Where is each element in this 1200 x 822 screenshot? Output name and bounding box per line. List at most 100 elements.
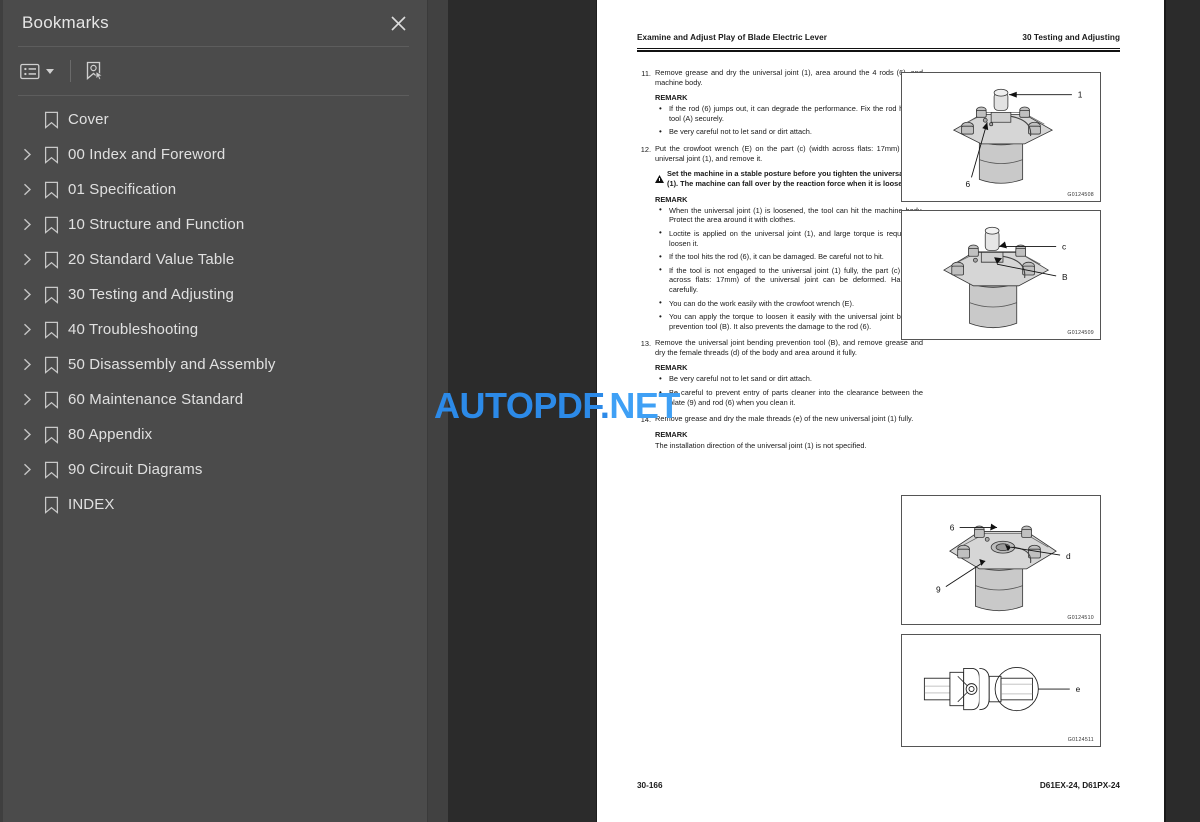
- bookmark-item[interactable]: 00 Index and Foreword: [0, 137, 427, 172]
- remark-bullet: Be very careful not to let sand or dirt …: [655, 374, 923, 384]
- bookmark-label: 00 Index and Foreword: [68, 146, 226, 163]
- bookmarks-toolbar: [0, 47, 427, 95]
- remark-heading: REMARK: [655, 93, 688, 103]
- step-text: Remove grease and dry the male threads (…: [655, 414, 914, 424]
- warning-note: Set the machine in a stable posture befo…: [655, 169, 923, 189]
- warning-text: Set the machine in a stable posture befo…: [667, 169, 923, 188]
- remark-bullets: If the rod (6) jumps out, it can degrade…: [655, 104, 923, 137]
- figure-code: G0124509: [1067, 330, 1094, 336]
- bookmark-item[interactable]: 40 Troubleshooting: [0, 312, 427, 347]
- bookmark-item[interactable]: 80 Appendix: [0, 417, 427, 452]
- expand-chevron-icon[interactable]: [16, 284, 38, 306]
- bookmark-icon: [38, 111, 64, 129]
- figure-code: G0124508: [1067, 192, 1094, 198]
- figure-2-illustration: c B: [943, 226, 1068, 329]
- warning-triangle-icon: [655, 169, 667, 189]
- bookmark-item[interactable]: 60 Maintenance Standard: [0, 382, 427, 417]
- new-bookmark-icon[interactable]: [83, 56, 105, 86]
- bookmark-item[interactable]: Cover: [0, 102, 427, 137]
- bookmark-label: 50 Disassembly and Assembly: [68, 356, 276, 373]
- bookmark-icon: [38, 391, 64, 409]
- list-options-icon[interactable]: [18, 56, 58, 86]
- bookmark-item[interactable]: 01 Specification: [0, 172, 427, 207]
- pdf-page: Examine and Adjust Play of Blade Electri…: [596, 0, 1166, 822]
- page-number: 30-166: [637, 781, 663, 790]
- svg-text:6: 6: [966, 179, 971, 189]
- remark-bullet: If the rod (6) jumps out, it can degrade…: [655, 104, 923, 123]
- figure-3: 6 d 9 G0124510: [901, 495, 1101, 625]
- remark-bullet: Loctite is applied on the universal join…: [655, 228, 923, 248]
- bookmark-label: 90 Circuit Diagrams: [68, 461, 203, 478]
- page-footer: 30-166 D61EX-24, D61PX-24: [637, 781, 1120, 790]
- remark-heading: REMARK: [655, 363, 688, 373]
- toolbar-separator: [70, 60, 71, 82]
- document-step: 13. Remove the universal joint bending pr…: [635, 338, 1127, 411]
- bookmark-item[interactable]: 10 Structure and Function: [0, 207, 427, 242]
- document-step: 14. Remove grease and dry the male thread…: [635, 414, 1127, 450]
- chevron-down-icon[interactable]: [46, 68, 54, 74]
- bookmark-icon: [38, 251, 64, 269]
- bookmark-label: INDEX: [68, 496, 115, 513]
- page-running-head: Examine and Adjust Play of Blade Electri…: [637, 33, 1120, 42]
- step-text: Remove grease and dry the universal join…: [655, 68, 923, 87]
- header-right-text: 30 Testing and Adjusting: [1022, 33, 1120, 42]
- watermark: AUTOPDF.NET: [434, 385, 680, 427]
- figure-1: 1 6 G0124508: [901, 72, 1101, 202]
- panel-title: Bookmarks: [22, 13, 109, 32]
- figure-4-illustration: e: [923, 666, 1081, 712]
- remark-bullet: If the tool hits the rod (6), it can be …: [655, 252, 923, 262]
- bookmark-label: 30 Testing and Adjusting: [68, 286, 234, 303]
- model-number: D61EX-24, D61PX-24: [1039, 781, 1120, 790]
- expand-chevron-icon[interactable]: [16, 424, 38, 446]
- remark-bullet: You can do the work easily with the crow…: [655, 298, 923, 309]
- remark-bullet: You can apply the torque to loosen it ea…: [655, 312, 923, 331]
- bookmarks-list[interactable]: Cover 00 Index and Foreword 01 Specificati…: [0, 96, 427, 822]
- bookmark-item[interactable]: INDEX: [0, 487, 427, 522]
- bookmark-icon: [38, 321, 64, 339]
- header-rule: [637, 47, 1120, 52]
- watermark-part-1: AUTOPDF.: [434, 385, 610, 426]
- bookmarks-panel: Bookmarks Cover 00 Index and Foreword 01…: [0, 0, 428, 822]
- expand-chevron-icon[interactable]: [16, 179, 38, 201]
- expand-chevron-icon[interactable]: [16, 319, 38, 341]
- bookmark-label: 10 Structure and Function: [68, 216, 245, 233]
- figure-code: G0124510: [1067, 615, 1094, 621]
- remark-bullet: When the universal joint (1) is loosened…: [655, 205, 923, 225]
- bookmark-label: 01 Specification: [68, 181, 177, 198]
- bookmark-label: Cover: [68, 111, 109, 128]
- expand-chevron-icon[interactable]: [16, 459, 38, 481]
- svg-text:e: e: [1076, 684, 1081, 694]
- expand-chevron-icon[interactable]: [16, 249, 38, 271]
- pdf-reader-window: Bookmarks Cover 00 Index and Foreword 01…: [0, 0, 1200, 822]
- bookmark-item[interactable]: 30 Testing and Adjusting: [0, 277, 427, 312]
- remark-heading: REMARK: [655, 194, 688, 204]
- bookmark-item[interactable]: 90 Circuit Diagrams: [0, 452, 427, 487]
- bookmark-icon: [38, 461, 64, 479]
- expand-chevron-icon[interactable]: [16, 354, 38, 376]
- bookmark-icon: [38, 426, 64, 444]
- figure-code: G0124511: [1067, 737, 1094, 743]
- expand-chevron-icon[interactable]: [16, 389, 38, 411]
- svg-text:d: d: [1066, 551, 1071, 561]
- watermark-part-2: NET: [609, 385, 680, 426]
- expand-chevron-icon[interactable]: [16, 214, 38, 236]
- remark-bullet: Be very careful not to let sand or dirt …: [655, 127, 923, 137]
- bookmark-icon: [38, 356, 64, 374]
- figure-1-illustration: 1 6: [952, 88, 1083, 189]
- bookmark-icon: [38, 181, 64, 199]
- svg-text:1: 1: [1078, 90, 1083, 100]
- bookmark-icon: [38, 146, 64, 164]
- bookmark-item[interactable]: 50 Disassembly and Assembly: [0, 347, 427, 382]
- figure-3-illustration: 6 d 9: [936, 522, 1071, 612]
- bookmark-icon: [38, 216, 64, 234]
- close-icon[interactable]: [385, 10, 411, 36]
- remark-bullet: Be careful to prevent entry of parts cle…: [655, 388, 923, 407]
- expand-chevron-icon[interactable]: [16, 144, 38, 166]
- header-left-text: Examine and Adjust Play of Blade Electri…: [637, 33, 827, 42]
- svg-text:B: B: [1062, 272, 1068, 282]
- bookmark-item[interactable]: 20 Standard Value Table: [0, 242, 427, 277]
- step-text: Put the crowfoot wrench (E) on the part …: [655, 143, 923, 163]
- remark-text: The installation direction of the univer…: [655, 440, 867, 450]
- bookmark-label: 20 Standard Value Table: [68, 251, 235, 268]
- bookmark-icon: [38, 496, 64, 514]
